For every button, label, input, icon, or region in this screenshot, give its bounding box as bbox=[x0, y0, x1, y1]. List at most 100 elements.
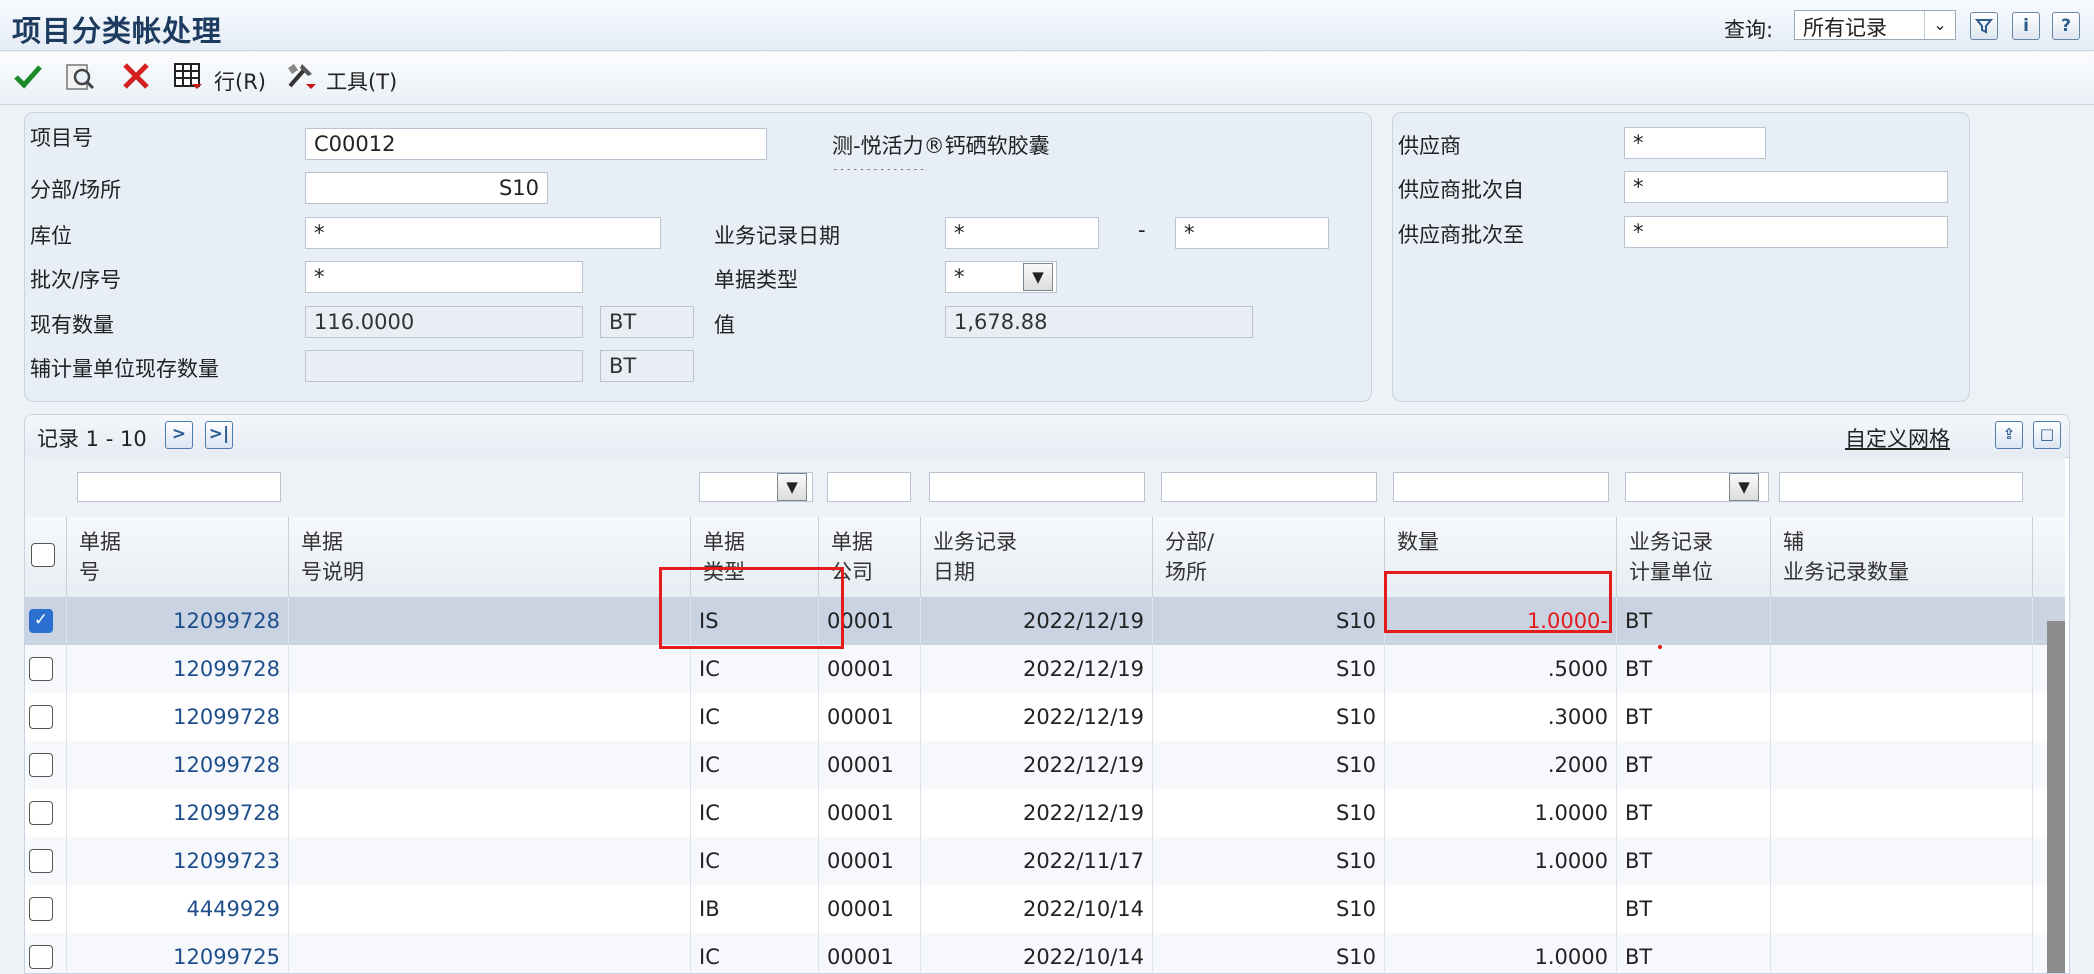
ok-check-icon[interactable] bbox=[10, 60, 46, 96]
query-select[interactable]: 所有记录 ⌄ bbox=[1794, 10, 1956, 40]
lot-field[interactable]: * bbox=[305, 261, 583, 293]
filter-doc-no[interactable] bbox=[77, 472, 281, 502]
table-row[interactable]: 12099728 IC 00001 2022/12/19 S10 1.0000 BT bbox=[25, 789, 2065, 838]
table-row[interactable]: 12099728 IC 00001 2022/12/19 S10.5000 BT bbox=[25, 645, 2065, 694]
doc-type-dropdown-icon[interactable]: ▼ bbox=[1023, 263, 1053, 291]
col-secondary-qty[interactable]: 辅业务记录数量 bbox=[1771, 517, 2033, 597]
item-no-label: 项目号 bbox=[30, 126, 93, 150]
table-row[interactable]: 12099728 IC 00001 2022/12/19 S10.2000 BT bbox=[25, 741, 2065, 790]
cell-uom: BT bbox=[1617, 597, 1771, 645]
cell-secondary-qty bbox=[1771, 597, 2033, 645]
doc-type-label: 单据类型 bbox=[714, 268, 798, 292]
vertical-scrollbar[interactable] bbox=[2047, 621, 2065, 973]
secondary-uom-field: BT bbox=[600, 350, 694, 382]
table-row[interactable]: ✓ 12099728 IS 00001 2022/12/19 S10 1.0000- BT bbox=[25, 597, 2065, 646]
filter-trans-date[interactable] bbox=[929, 472, 1145, 502]
maximize-icon[interactable]: □ bbox=[2033, 421, 2061, 449]
supplier-label: 供应商 bbox=[1398, 134, 1461, 158]
cell-secondary-qty bbox=[1771, 885, 2033, 933]
filter-icon[interactable] bbox=[1970, 12, 1998, 40]
cell-doc-type: IC bbox=[691, 645, 819, 693]
doc-type-value: * bbox=[954, 265, 965, 289]
find-icon[interactable] bbox=[62, 60, 98, 96]
cell-uom: BT bbox=[1617, 789, 1771, 837]
col-trans-date[interactable]: 业务记录 日期 bbox=[921, 517, 1153, 597]
export-icon[interactable]: ⇪ bbox=[1995, 421, 2023, 449]
row-checkbox[interactable] bbox=[29, 897, 53, 921]
filter-doc-company[interactable] bbox=[827, 472, 911, 502]
next-page-icon[interactable]: > bbox=[165, 421, 193, 449]
cell-doc-desc bbox=[289, 597, 691, 645]
table-row[interactable]: 12099728 IC 00001 2022/12/19 S10.3000 BT bbox=[25, 693, 2065, 742]
row-select-cell bbox=[25, 741, 67, 789]
grid-table-icon[interactable] bbox=[170, 60, 206, 96]
red-dot-mark bbox=[1658, 645, 1662, 649]
help-icon[interactable]: ? bbox=[2052, 12, 2080, 40]
filter-doc-type-dropdown-icon[interactable]: ▼ bbox=[777, 473, 807, 501]
cell-doc-no[interactable]: 12099723 bbox=[67, 837, 289, 885]
col-branch[interactable]: 分部/场所 bbox=[1153, 517, 1385, 597]
cell-doc-desc bbox=[289, 693, 691, 741]
location-field[interactable]: * bbox=[305, 217, 661, 249]
cell-doc-no[interactable]: 12099728 bbox=[67, 693, 289, 741]
supplier-field[interactable]: * bbox=[1624, 127, 1766, 159]
cell-trans-date: 2022/10/14 bbox=[921, 933, 1153, 973]
row-checkbox[interactable] bbox=[29, 753, 53, 777]
item-no-field[interactable]: C00012 bbox=[305, 128, 767, 160]
supplier-lot-from-field[interactable]: * bbox=[1624, 171, 1948, 203]
table-row[interactable]: 12099723 IC 00001 2022/11/17 S10 1.0000 BT bbox=[25, 837, 2065, 886]
trans-date-to-field[interactable]: * bbox=[1175, 217, 1329, 249]
row-checkbox[interactable]: ✓ bbox=[29, 609, 53, 633]
col-uom[interactable]: 业务记录 计量单位 bbox=[1617, 517, 1771, 597]
chevron-down-icon[interactable]: ⌄ bbox=[1924, 11, 1955, 39]
onhand-uom-field: BT bbox=[600, 306, 694, 338]
cell-branch: S10 bbox=[1153, 933, 1385, 973]
info-icon[interactable]: i bbox=[2012, 12, 2040, 40]
filter-branch[interactable] bbox=[1161, 472, 1377, 502]
select-all-checkbox[interactable] bbox=[31, 543, 55, 567]
cell-doc-no[interactable]: 12099728 bbox=[67, 741, 289, 789]
row-select-cell bbox=[25, 645, 67, 693]
row-checkbox[interactable] bbox=[29, 945, 53, 969]
trans-date-label: 业务记录日期 bbox=[714, 224, 840, 248]
cell-secondary-qty bbox=[1771, 693, 2033, 741]
cell-quantity: .3000 bbox=[1385, 693, 1617, 741]
cell-doc-no[interactable]: 12099728 bbox=[67, 789, 289, 837]
cell-doc-no[interactable]: 12099728 bbox=[67, 645, 289, 693]
cell-trans-date: 2022/12/19 bbox=[921, 789, 1153, 837]
filter-secondary-qty[interactable] bbox=[1779, 472, 2023, 502]
row-menu[interactable]: 行(R) bbox=[214, 66, 266, 96]
cell-doc-company: 00001 bbox=[819, 933, 921, 973]
row-checkbox[interactable] bbox=[29, 849, 53, 873]
cancel-x-icon[interactable] bbox=[118, 60, 154, 96]
cell-branch: S10 bbox=[1153, 597, 1385, 645]
tools-icon[interactable] bbox=[282, 60, 318, 96]
tools-menu[interactable]: 工具(T) bbox=[326, 66, 397, 96]
cell-quantity: 1.0000 bbox=[1385, 933, 1617, 973]
cell-doc-no[interactable]: 12099728 bbox=[67, 597, 289, 645]
row-checkbox[interactable] bbox=[29, 705, 53, 729]
last-page-icon[interactable]: >| bbox=[205, 421, 233, 449]
cell-branch: S10 bbox=[1153, 789, 1385, 837]
table-row[interactable]: 4449929 IB 00001 2022/10/14 S10 BT bbox=[25, 885, 2065, 934]
row-select-cell bbox=[25, 789, 67, 837]
supplier-lot-to-field[interactable]: * bbox=[1624, 216, 1948, 248]
custom-grid-link[interactable]: 自定义网格 bbox=[1845, 423, 1950, 453]
cell-branch: S10 bbox=[1153, 645, 1385, 693]
table-row[interactable]: 12099725 IC 00001 2022/10/14 S10 1.0000 BT bbox=[25, 933, 2065, 973]
row-checkbox[interactable] bbox=[29, 801, 53, 825]
trans-date-from-field[interactable]: * bbox=[945, 217, 1099, 249]
cell-secondary-qty bbox=[1771, 789, 2033, 837]
filter-quantity[interactable] bbox=[1393, 472, 1609, 502]
cell-doc-no[interactable]: 12099725 bbox=[67, 933, 289, 973]
branch-field[interactable]: S10 bbox=[305, 172, 548, 204]
grid-rows: ✓ 12099728 IS 00001 2022/12/19 S10 1.0000- BT 12… bbox=[25, 597, 2065, 973]
cell-doc-no[interactable]: 4449929 bbox=[67, 885, 289, 933]
col-doc-desc[interactable]: 单据 号说明 bbox=[289, 517, 691, 597]
filter-uom-dropdown-icon[interactable]: ▼ bbox=[1729, 473, 1759, 501]
cell-uom: BT bbox=[1617, 837, 1771, 885]
col-doc-no[interactable]: 单据号 bbox=[67, 517, 289, 597]
query-select-value: 所有记录 bbox=[1803, 16, 1887, 40]
cell-quantity bbox=[1385, 885, 1617, 933]
row-checkbox[interactable] bbox=[29, 657, 53, 681]
